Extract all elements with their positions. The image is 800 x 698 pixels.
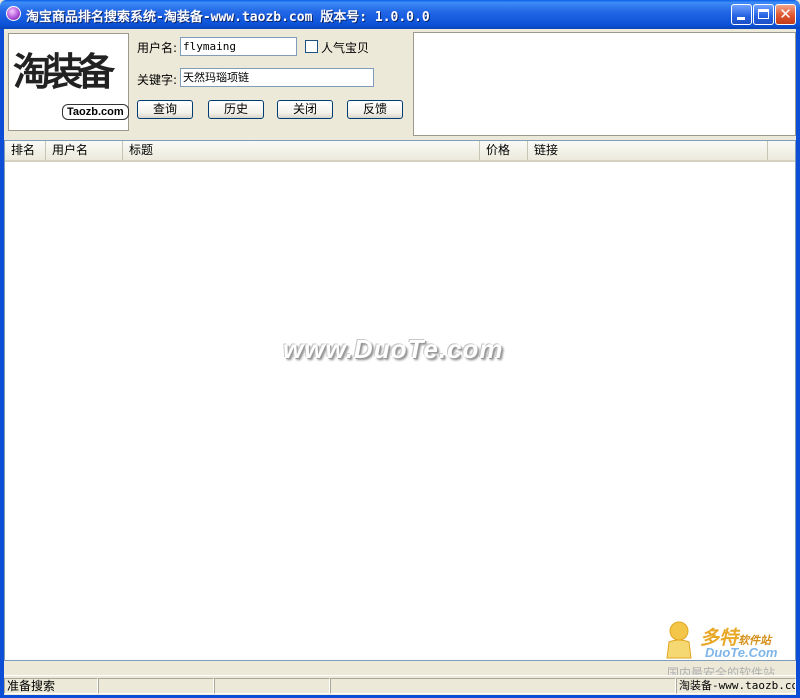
close-window-button[interactable]: ✕ xyxy=(775,4,796,25)
status-cell-3 xyxy=(214,678,330,694)
logo-chinese-text: 淘装备 xyxy=(13,49,115,94)
feedback-button[interactable]: 反馈 xyxy=(347,100,403,119)
mascot-icon xyxy=(666,621,692,659)
watermark-center: www.DuoTe.com xyxy=(283,334,504,364)
watermark-url: DuoTe.Com xyxy=(705,645,778,660)
logo-english-text: Taozb.com xyxy=(62,104,129,120)
history-button[interactable]: 历史 xyxy=(208,100,264,119)
column-header-rank[interactable]: 排名 xyxy=(5,141,46,160)
username-input[interactable]: flymaing xyxy=(180,37,297,56)
popular-item-checkbox[interactable] xyxy=(305,40,318,53)
column-header-price[interactable]: 价格 xyxy=(480,141,528,160)
window-frame-right xyxy=(796,29,800,698)
app-icon[interactable] xyxy=(6,6,21,21)
keyword-input[interactable]: 天然玛瑙项链 xyxy=(180,68,374,87)
column-header-title[interactable]: 标题 xyxy=(123,141,480,160)
close-icon: ✕ xyxy=(779,5,792,23)
status-bar: 准备搜索 淘装备-www.taozb.com xyxy=(4,675,796,695)
window-title: 淘宝商品排名搜索系统-淘装备-www.taozb.com 版本号: 1.0.0.… xyxy=(26,10,430,25)
results-list[interactable]: 排名 用户名 标题 价格 链接 www.DuoTe.com xyxy=(4,140,796,661)
minimize-button[interactable] xyxy=(731,4,752,25)
minimize-icon xyxy=(737,17,745,20)
close-button[interactable]: 关闭 xyxy=(277,100,333,119)
results-list-header: 排名 用户名 标题 价格 链接 xyxy=(5,141,795,162)
maximize-button[interactable] xyxy=(753,4,774,25)
column-header-username[interactable]: 用户名 xyxy=(46,141,123,160)
status-cell-2 xyxy=(98,678,214,694)
popular-item-label[interactable]: 人气宝贝 xyxy=(321,39,369,56)
column-header-link[interactable]: 链接 xyxy=(528,141,768,160)
maximize-icon xyxy=(758,9,769,19)
status-cell-4 xyxy=(330,678,676,694)
info-panel xyxy=(413,32,796,136)
status-site: 淘装备-www.taozb.com xyxy=(676,678,796,694)
logo: 淘装备 Taozb.com xyxy=(8,33,129,131)
username-label: 用户名: xyxy=(137,41,178,55)
title-bar[interactable]: 淘宝商品排名搜索系统-淘装备-www.taozb.com 版本号: 1.0.0.… xyxy=(0,0,800,29)
status-message: 准备搜索 xyxy=(4,678,98,694)
keyword-label: 关键字: xyxy=(137,73,178,87)
search-button[interactable]: 查询 xyxy=(137,100,193,119)
